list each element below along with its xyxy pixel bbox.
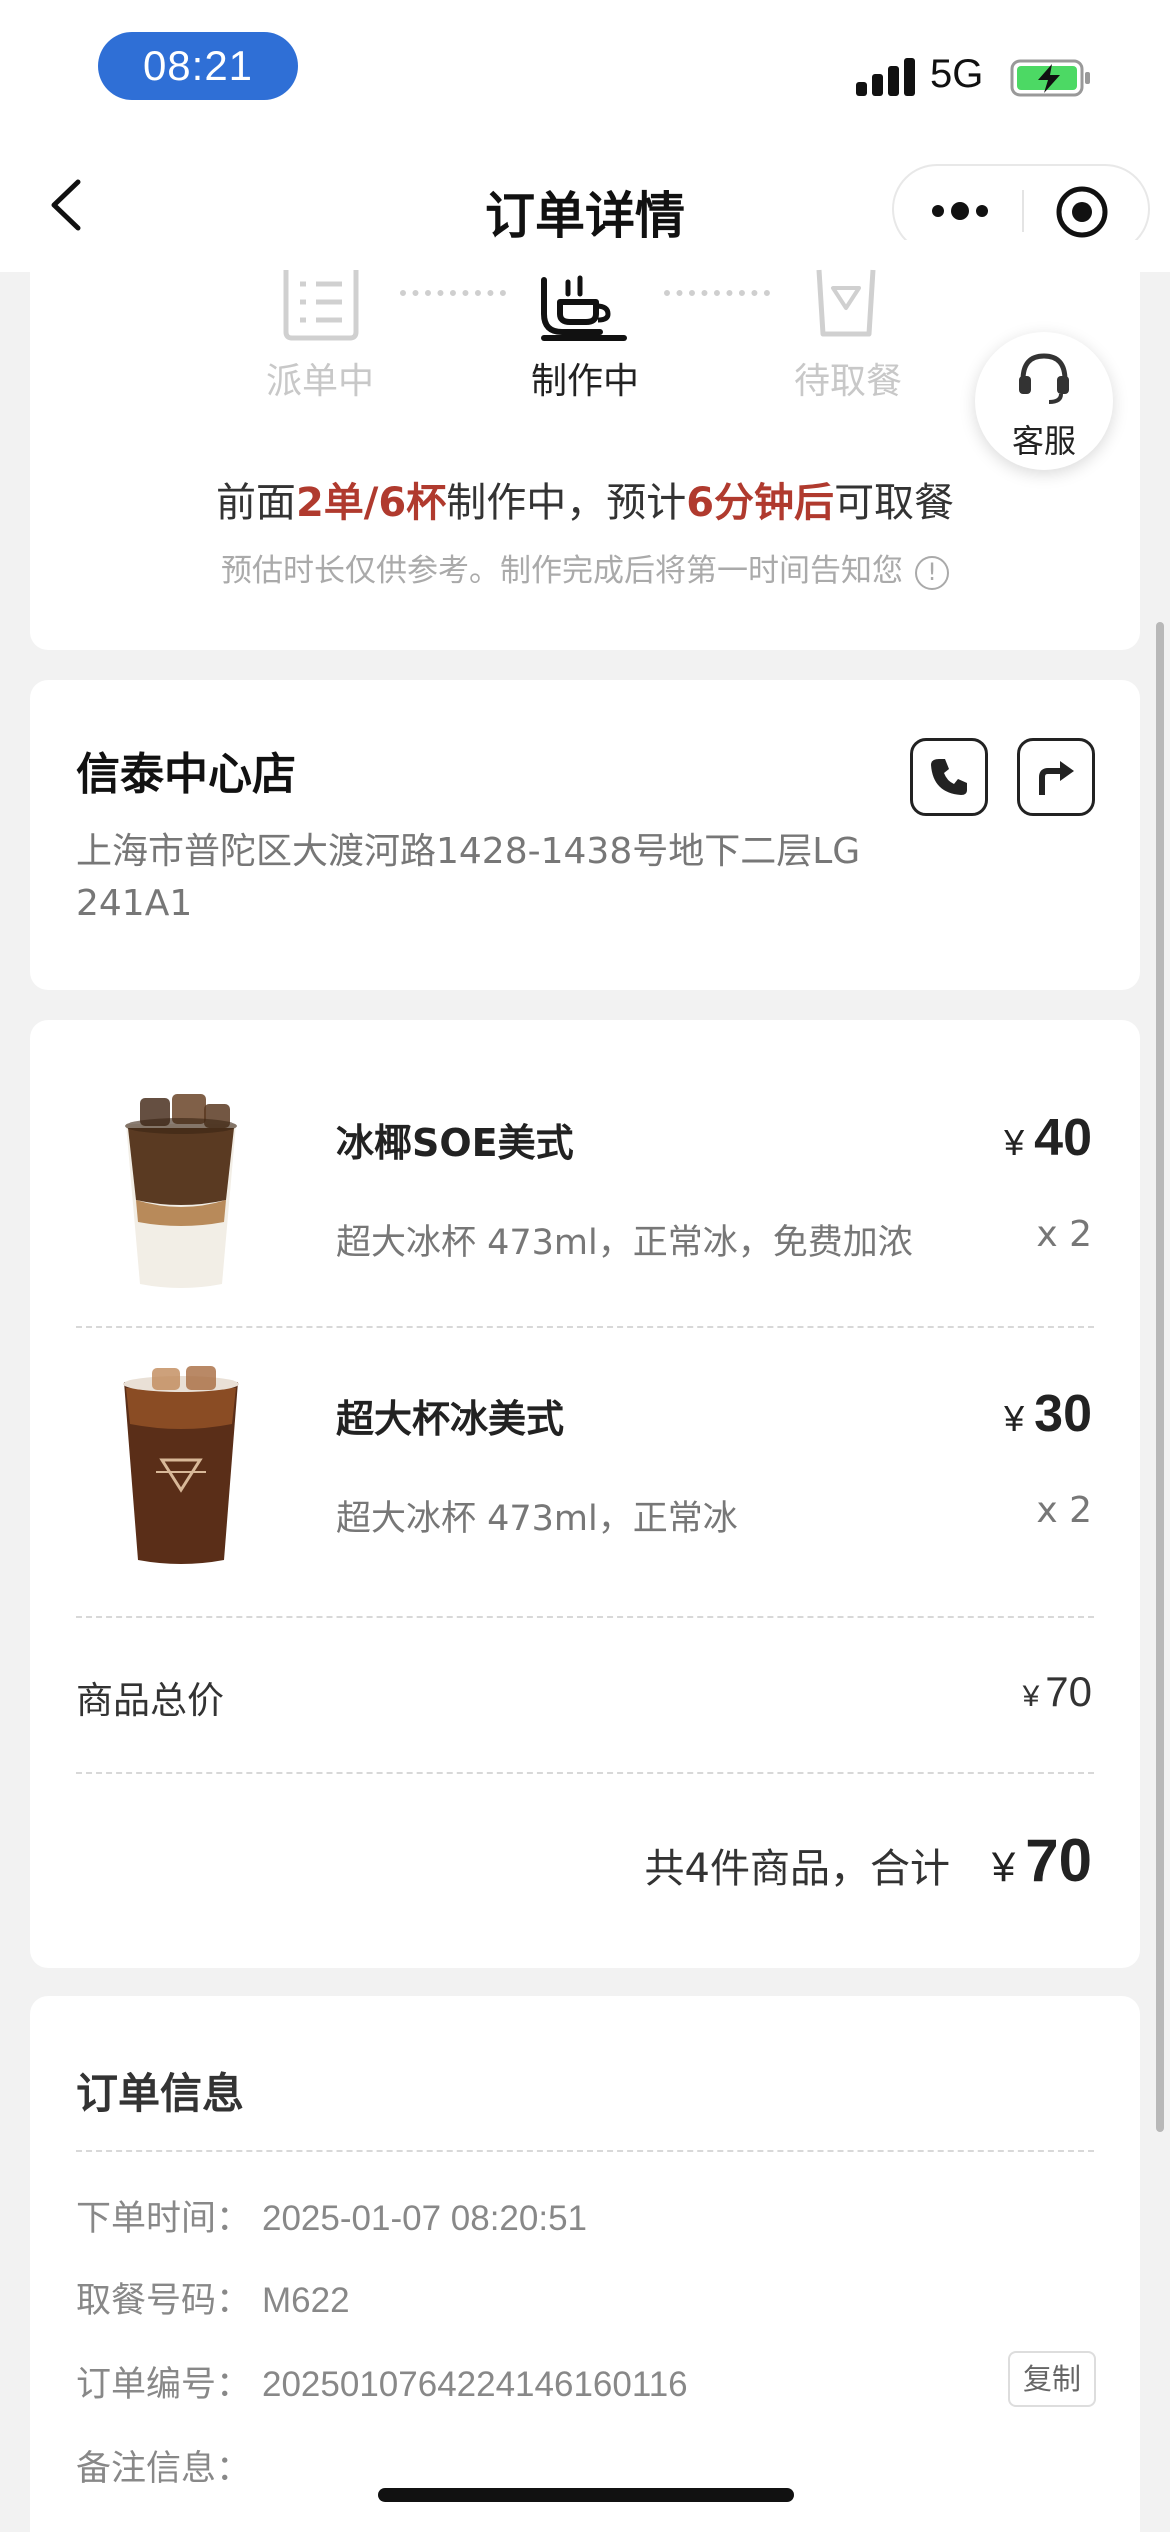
estimate-note: 预估时长仅供参考。制作完成后将第一时间告知您! xyxy=(0,545,1170,590)
divider xyxy=(76,2150,1094,2152)
pickup-code-value: M622 xyxy=(262,2281,350,2320)
estimated-time: 6分钟后 xyxy=(686,480,835,526)
total-label: 共4件商品，合计 xyxy=(644,1846,950,1892)
wait-status-text: 前面2单/6杯制作中，预计6分钟后可取餐 xyxy=(215,480,955,526)
status-bar: 08:21 5G xyxy=(0,0,1170,140)
order-number-value: 2025010764224146160116 xyxy=(262,2365,688,2404)
queue-count: 2单/6杯 xyxy=(295,480,447,526)
store-name: 信泰中心店 xyxy=(76,749,296,800)
product-price: ¥30 xyxy=(1004,1385,1092,1443)
product-quantity: x 2 xyxy=(1036,1490,1092,1531)
close-target-icon[interactable] xyxy=(1054,184,1110,240)
step-connector xyxy=(664,290,770,296)
home-indicator[interactable] xyxy=(378,2488,794,2502)
info-icon[interactable]: ! xyxy=(915,555,949,590)
copy-order-number-button[interactable]: 复制 xyxy=(1008,2351,1096,2407)
divider xyxy=(76,1616,1094,1618)
order-time-value: 2025-01-07 08:20:51 xyxy=(262,2199,587,2238)
product-name: 超大杯冰美式 xyxy=(336,1397,565,1441)
product-name: 冰椰SOE美式 xyxy=(336,1121,574,1165)
store-address: 上海市普陀区大渡河路1428-1438号地下二层LG 241A1 xyxy=(76,831,861,924)
phone-icon xyxy=(931,759,967,795)
divider xyxy=(76,1326,1094,1328)
product-price: ¥40 xyxy=(1004,1109,1092,1167)
navigate-button[interactable] xyxy=(1017,738,1095,816)
remarks-row: 备注信息： xyxy=(76,2449,252,2489)
step-label-pickup: 待取餐 xyxy=(793,361,902,402)
coffee-cup-icon xyxy=(541,275,627,341)
subtotal-value: ¥70 xyxy=(1022,1668,1092,1715)
step-connector xyxy=(400,290,506,296)
subtotal-label: 商品总价 xyxy=(76,1679,224,1722)
capsule-divider xyxy=(1022,190,1024,232)
pickup-code-row: 取餐号码： M622 xyxy=(76,2281,350,2321)
customer-service-label: 客服 xyxy=(1011,422,1076,460)
customer-service-button[interactable]: 客服 xyxy=(975,332,1113,470)
product-spec: 超大冰杯 473ml，正常冰，免费加浓 xyxy=(336,1223,913,1263)
list-icon xyxy=(283,270,359,341)
headset-icon xyxy=(1019,353,1069,404)
network-label: 5G xyxy=(930,52,984,96)
step-label-dispatching: 派单中 xyxy=(265,361,374,402)
cup-icon xyxy=(816,269,876,337)
more-dots-icon[interactable] xyxy=(928,199,992,223)
directions-icon xyxy=(1039,761,1074,795)
battery-charging-icon xyxy=(1010,59,1090,97)
product-spec: 超大冰杯 473ml，正常冰 xyxy=(336,1499,738,1539)
step-label-making: 制作中 xyxy=(530,361,639,402)
product-quantity: x 2 xyxy=(1036,1214,1092,1255)
divider xyxy=(76,1772,1094,1774)
order-number-row: 订单编号： 2025010764224146160116 xyxy=(76,2365,688,2405)
call-store-button[interactable] xyxy=(910,738,988,816)
signal-icon xyxy=(856,58,916,96)
order-info-title: 订单信息 xyxy=(76,2069,245,2118)
scrollbar[interactable] xyxy=(1156,622,1164,2132)
status-time: 08:21 xyxy=(98,32,298,100)
product-image-iced-americano xyxy=(123,1366,239,1564)
product-image-coconut-americano xyxy=(125,1094,237,1288)
order-time-row: 下单时间： 2025-01-07 08:20:51 xyxy=(76,2199,587,2239)
total-value: ¥70 xyxy=(991,1827,1092,1894)
